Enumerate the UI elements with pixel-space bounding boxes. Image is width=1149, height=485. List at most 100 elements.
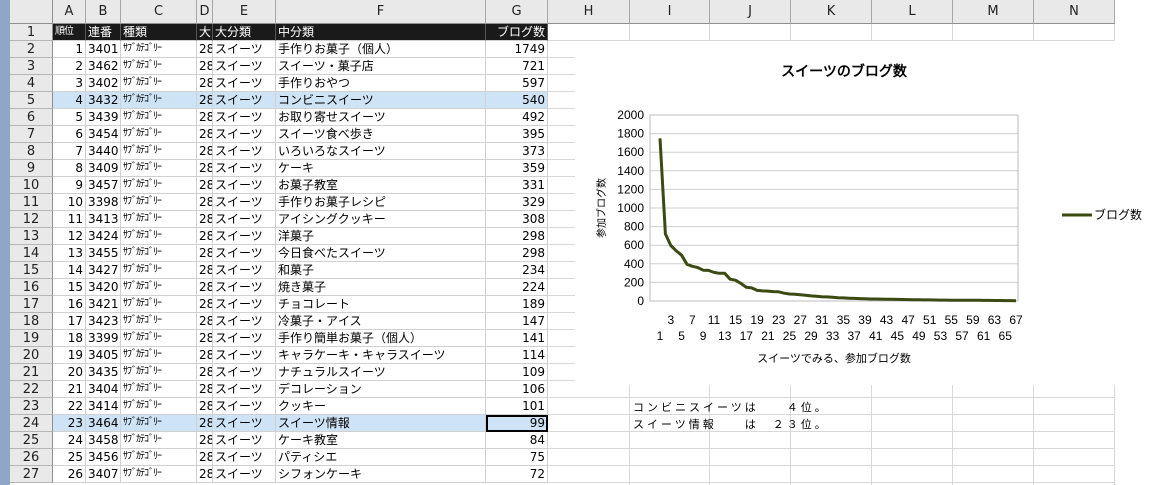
cell-big[interactable]: 28: [197, 449, 213, 466]
row-header[interactable]: 16: [10, 279, 53, 296]
cell-big[interactable]: 28: [197, 58, 213, 75]
cell-big[interactable]: 28: [197, 126, 213, 143]
cell-rank[interactable]: 17: [53, 313, 86, 330]
row-header[interactable]: 9: [10, 160, 53, 177]
cell-rank[interactable]: 1: [53, 41, 86, 58]
empty-cell[interactable]: [630, 449, 710, 466]
cell-cat[interactable]: スイーツ: [213, 75, 276, 92]
row-header[interactable]: 15: [10, 262, 53, 279]
empty-cell[interactable]: [1034, 449, 1115, 466]
cell-type[interactable]: ｻﾌﾞｶﾃｺﾞﾘｰ: [121, 75, 197, 92]
cell-count[interactable]: 114: [486, 347, 548, 364]
row-header[interactable]: 14: [10, 245, 53, 262]
empty-cell[interactable]: [1034, 466, 1115, 483]
cell-big[interactable]: 28: [197, 415, 213, 432]
cell-name[interactable]: 手作りお菓子（個人）: [276, 41, 486, 58]
cell-code[interactable]: 3439: [86, 109, 121, 126]
row-header[interactable]: 27: [10, 466, 53, 483]
cell-type[interactable]: ｻﾌﾞｶﾃｺﾞﾘｰ: [121, 228, 197, 245]
cell-count[interactable]: 359: [486, 160, 548, 177]
cell-rank[interactable]: 19: [53, 347, 86, 364]
cell-name[interactable]: デコレーション: [276, 381, 486, 398]
cell-rank[interactable]: 20: [53, 364, 86, 381]
row-header[interactable]: 8: [10, 143, 53, 160]
cell-count[interactable]: 395: [486, 126, 548, 143]
row-header[interactable]: 7: [10, 126, 53, 143]
row-header[interactable]: 10: [10, 177, 53, 194]
cell-code[interactable]: 3398: [86, 194, 121, 211]
cell-name[interactable]: お取り寄せスイーツ: [276, 109, 486, 126]
cell-type[interactable]: ｻﾌﾞｶﾃｺﾞﾘｰ: [121, 296, 197, 313]
cell-code[interactable]: 3420: [86, 279, 121, 296]
cell-type[interactable]: ｻﾌﾞｶﾃｺﾞﾘｰ: [121, 398, 197, 415]
cell-big[interactable]: 28: [197, 432, 213, 449]
col-header-H[interactable]: H: [548, 0, 630, 24]
cell-cat[interactable]: スイーツ: [213, 347, 276, 364]
cell-count[interactable]: 106: [486, 381, 548, 398]
cell-count[interactable]: 492: [486, 109, 548, 126]
cell-type[interactable]: ｻﾌﾞｶﾃｺﾞﾘｰ: [121, 466, 197, 483]
empty-cell[interactable]: [548, 415, 630, 432]
empty-cell[interactable]: [630, 24, 710, 41]
cell-rank[interactable]: 5: [53, 109, 86, 126]
cell-rank[interactable]: 25: [53, 449, 86, 466]
header-big_cat[interactable]: 大分類: [213, 24, 276, 41]
cell-big[interactable]: 28: [197, 75, 213, 92]
cell-rank[interactable]: 26: [53, 466, 86, 483]
cell-big[interactable]: 28: [197, 211, 213, 228]
cell-cat[interactable]: スイーツ: [213, 432, 276, 449]
empty-cell[interactable]: [548, 398, 630, 415]
row-header-1[interactable]: 1: [10, 24, 53, 41]
cell-type[interactable]: ｻﾌﾞｶﾃｺﾞﾘｰ: [121, 313, 197, 330]
cell-name[interactable]: お菓子教室: [276, 177, 486, 194]
empty-cell[interactable]: [1034, 398, 1115, 415]
empty-cell[interactable]: [953, 466, 1034, 483]
cell-type[interactable]: ｻﾌﾞｶﾃｺﾞﾘｰ: [121, 177, 197, 194]
cell-code[interactable]: 3454: [86, 126, 121, 143]
cell-count[interactable]: 141: [486, 330, 548, 347]
cell-cat[interactable]: スイーツ: [213, 143, 276, 160]
col-header-C[interactable]: C: [121, 0, 197, 24]
empty-cell[interactable]: [791, 24, 872, 41]
cell-name[interactable]: アイシングクッキー: [276, 211, 486, 228]
cell-count[interactable]: 1749: [486, 41, 548, 58]
cell-big[interactable]: 28: [197, 296, 213, 313]
cell-name[interactable]: 冷菓子・アイス: [276, 313, 486, 330]
empty-cell[interactable]: [630, 466, 710, 483]
cell-big[interactable]: 28: [197, 466, 213, 483]
row-header[interactable]: 26: [10, 449, 53, 466]
cell-rank[interactable]: 14: [53, 262, 86, 279]
row-header[interactable]: 4: [10, 75, 53, 92]
cell-cat[interactable]: スイーツ: [213, 330, 276, 347]
cell-cat[interactable]: スイーツ: [213, 92, 276, 109]
col-header-J[interactable]: J: [710, 0, 791, 24]
cell-big[interactable]: 28: [197, 92, 213, 109]
cell-type[interactable]: ｻﾌﾞｶﾃｺﾞﾘｰ: [121, 211, 197, 228]
cell-type[interactable]: ｻﾌﾞｶﾃｺﾞﾘｰ: [121, 449, 197, 466]
cell-cat[interactable]: スイーツ: [213, 381, 276, 398]
cell-big[interactable]: 28: [197, 228, 213, 245]
empty-cell[interactable]: [953, 449, 1034, 466]
cell-cat[interactable]: スイーツ: [213, 126, 276, 143]
empty-cell[interactable]: [1034, 432, 1115, 449]
cell-rank[interactable]: 9: [53, 177, 86, 194]
cell-big[interactable]: 28: [197, 262, 213, 279]
empty-cell[interactable]: [872, 432, 953, 449]
header-code[interactable]: 連番: [86, 24, 121, 41]
empty-cell[interactable]: [710, 432, 791, 449]
row-header[interactable]: 6: [10, 109, 53, 126]
empty-cell[interactable]: [872, 24, 953, 41]
empty-cell[interactable]: [872, 449, 953, 466]
cell-cat[interactable]: スイーツ: [213, 449, 276, 466]
cell-code[interactable]: 3413: [86, 211, 121, 228]
cell-code[interactable]: 3407: [86, 466, 121, 483]
cell-count[interactable]: 540: [486, 92, 548, 109]
cell-count[interactable]: 224: [486, 279, 548, 296]
cell-type[interactable]: ｻﾌﾞｶﾃｺﾞﾘｰ: [121, 381, 197, 398]
cell-type[interactable]: ｻﾌﾞｶﾃｺﾞﾘｰ: [121, 262, 197, 279]
cell-rank[interactable]: 12: [53, 228, 86, 245]
empty-cell[interactable]: [548, 466, 630, 483]
cell-type[interactable]: ｻﾌﾞｶﾃｺﾞﾘｰ: [121, 245, 197, 262]
row-header[interactable]: 11: [10, 194, 53, 211]
row-header[interactable]: 12: [10, 211, 53, 228]
